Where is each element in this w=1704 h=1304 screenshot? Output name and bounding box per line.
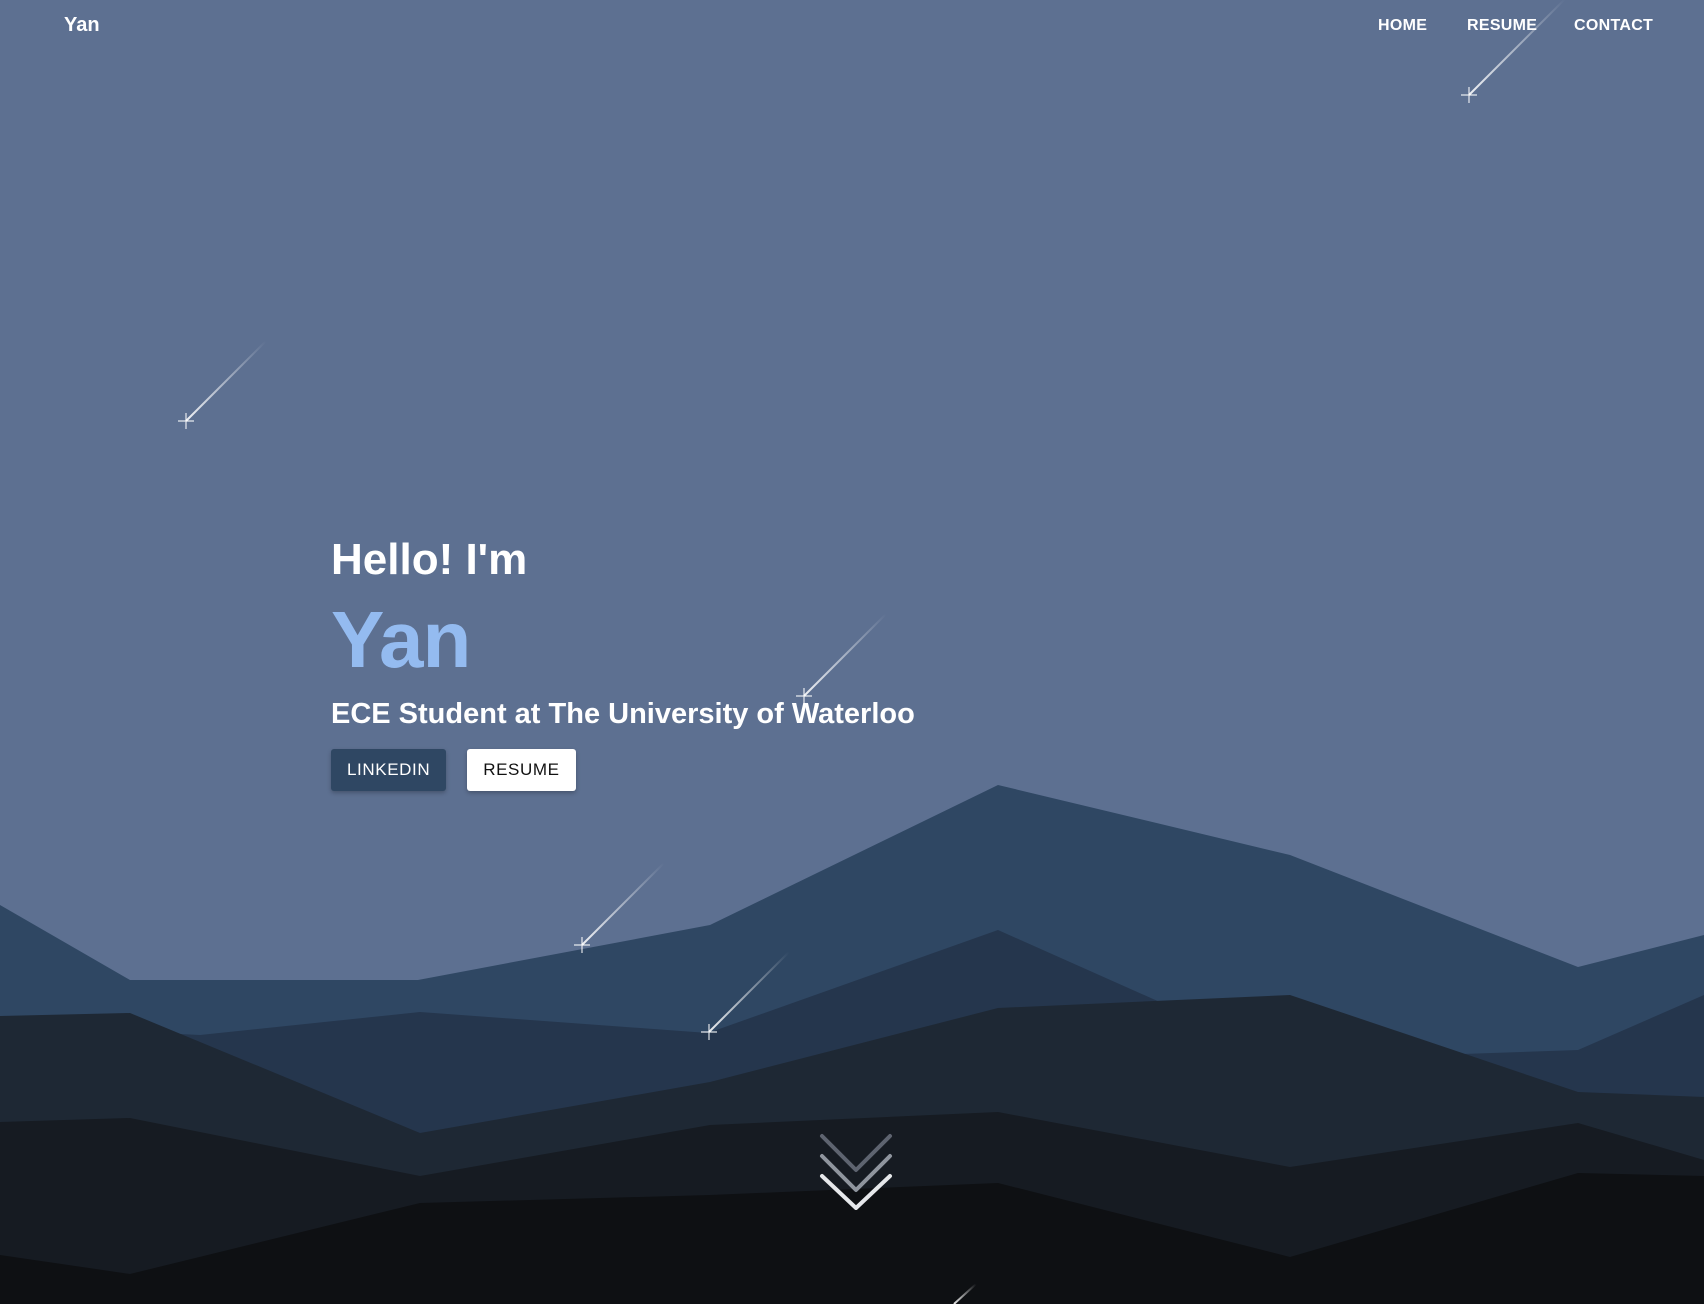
nav-home[interactable]: HOME [1378, 17, 1427, 35]
linkedin-button[interactable]: LINKEDIN [331, 749, 447, 791]
brand-logo[interactable]: Yan [64, 14, 100, 37]
resume-button[interactable]: RESUME [467, 749, 576, 791]
nav-resume[interactable]: RESUME [1467, 17, 1537, 35]
hero-section: Yan HOME RESUME CONTACT Hello! I'm Yan E… [0, 0, 1704, 1304]
chevron-down-icon[interactable] [816, 1130, 896, 1210]
navbar: Yan HOME RESUME CONTACT [0, 0, 1704, 52]
button-group: LINKEDIN RESUME [331, 749, 915, 791]
intro-block: Hello! I'm Yan ECE Student at The Univer… [331, 528, 915, 791]
greeting-heading: Hello! I'm [331, 535, 528, 584]
subtitle: ECE Student at The University of Waterlo… [331, 698, 915, 730]
nav-contact[interactable]: CONTACT [1574, 17, 1653, 35]
name-heading: Yan [331, 595, 471, 684]
